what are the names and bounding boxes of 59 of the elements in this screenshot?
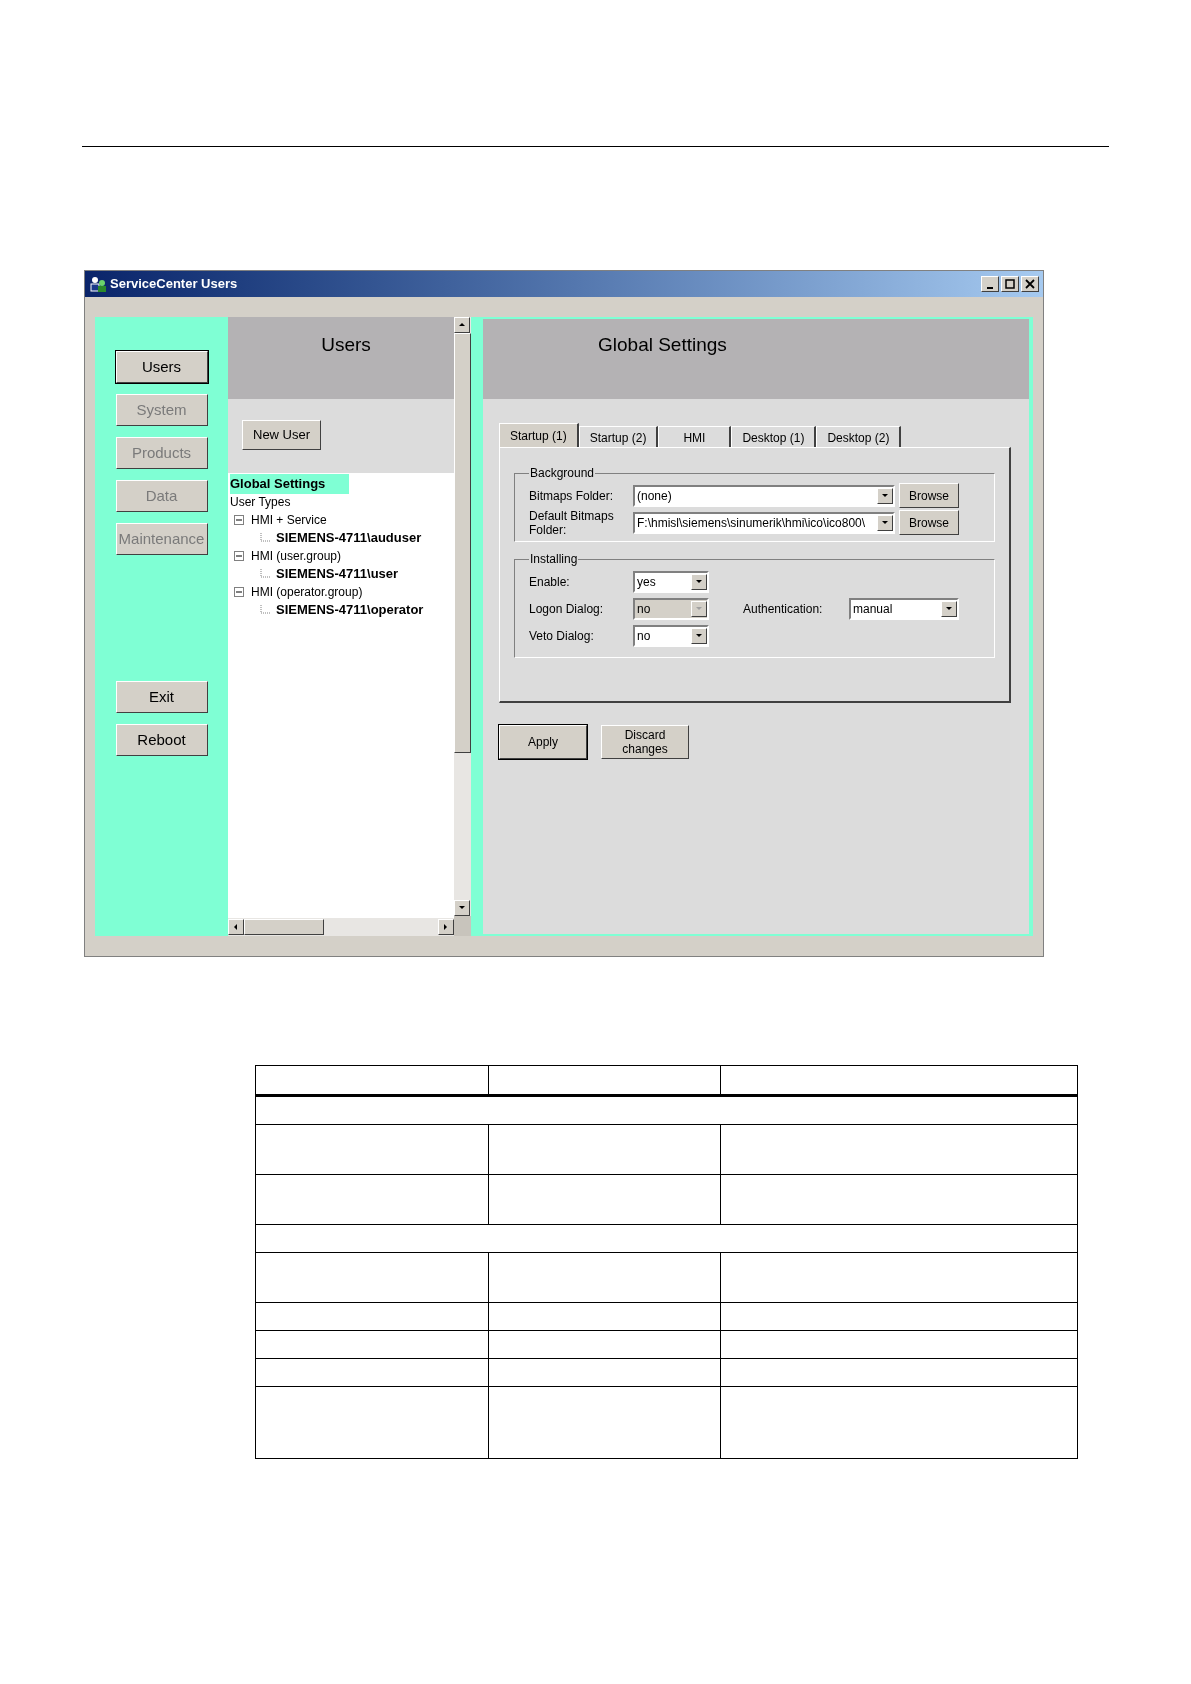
collapse-icon[interactable] [234, 550, 245, 562]
browse-button[interactable]: Browse [899, 510, 959, 535]
field-label: Logon Dialog: [529, 600, 605, 618]
collapse-icon[interactable] [234, 586, 245, 598]
close-icon [1025, 279, 1035, 289]
tree-item[interactable]: HMI (operator.group) [251, 583, 363, 601]
action-button[interactable]: Discard changes [601, 725, 689, 759]
users-icon [89, 275, 107, 293]
group-title: Background [529, 465, 596, 482]
tree-connector-icon [260, 533, 272, 543]
tree-item[interactable]: HMI (user.group) [251, 547, 342, 565]
tab[interactable]: Desktop (2) [816, 426, 902, 447]
scroll-down-icon[interactable] [454, 900, 470, 916]
tree-item[interactable]: SIEMENS-4711\operator [276, 600, 424, 620]
browse-button[interactable]: Browse [899, 483, 959, 508]
action-button[interactable]: Apply [499, 725, 587, 759]
nav-button[interactable]: Reboot [115, 724, 208, 756]
collapse-icon[interactable] [234, 514, 245, 526]
tree-item[interactable]: HMI + Service [251, 511, 327, 529]
minimize-button[interactable] [981, 276, 999, 292]
scroll-right-icon[interactable] [438, 919, 454, 935]
dropdown-field[interactable]: (none) [633, 484, 895, 507]
scroll-thumb[interactable] [244, 919, 324, 935]
pane-title: Global Settings [598, 334, 727, 355]
horizontal-scrollbar[interactable] [228, 918, 454, 936]
field-label: Bitmaps Folder: [529, 488, 615, 503]
minimize-icon [987, 286, 993, 289]
tree-connector-icon [260, 569, 272, 579]
scroll-thumb[interactable] [454, 333, 471, 753]
tree-item[interactable]: Global Settings [230, 474, 350, 494]
field-label: Default Bitmaps Folder: [529, 508, 615, 537]
group-title: Installing [529, 551, 579, 568]
dropdown-field[interactable]: yes [633, 570, 709, 593]
scroll-left-icon[interactable] [228, 919, 244, 935]
dropdown-field[interactable]: manual [849, 597, 959, 620]
scrollbar-corner [454, 916, 471, 936]
field-label: Enable: [529, 573, 571, 591]
scroll-up-icon[interactable] [454, 317, 470, 333]
tab[interactable]: Startup (1) [499, 423, 579, 447]
nav-button[interactable]: Users [115, 351, 208, 383]
tab[interactable]: Desktop (1) [731, 426, 817, 447]
tree-item[interactable]: SIEMENS-4711\auduser [276, 528, 422, 548]
tree-connector-icon [260, 605, 272, 615]
nav-button[interactable]: Exit [115, 681, 208, 713]
tab[interactable]: Startup (2) [578, 426, 659, 447]
tree-item[interactable]: User Types [230, 493, 291, 511]
dropdown-field[interactable]: F:\hmisl\siemens\sinumerik\hmi\ico\ico800\ [633, 511, 895, 534]
maximize-icon [1005, 279, 1015, 289]
window-title: ServiceCenter Users [110, 275, 239, 294]
new-user-button[interactable]: New User [242, 420, 322, 450]
field-label: Authentication: [743, 600, 824, 618]
tree-item[interactable]: SIEMENS-4711\user [276, 564, 399, 584]
field-label: Veto Dialog: [529, 627, 595, 645]
dropdown-field[interactable]: no [633, 624, 709, 647]
pane-title: Users [321, 333, 371, 357]
vertical-scrollbar[interactable] [454, 317, 471, 936]
close-button[interactable] [1021, 276, 1039, 292]
maximize-button[interactable] [1001, 276, 1019, 292]
tab[interactable]: HMI [658, 426, 732, 447]
